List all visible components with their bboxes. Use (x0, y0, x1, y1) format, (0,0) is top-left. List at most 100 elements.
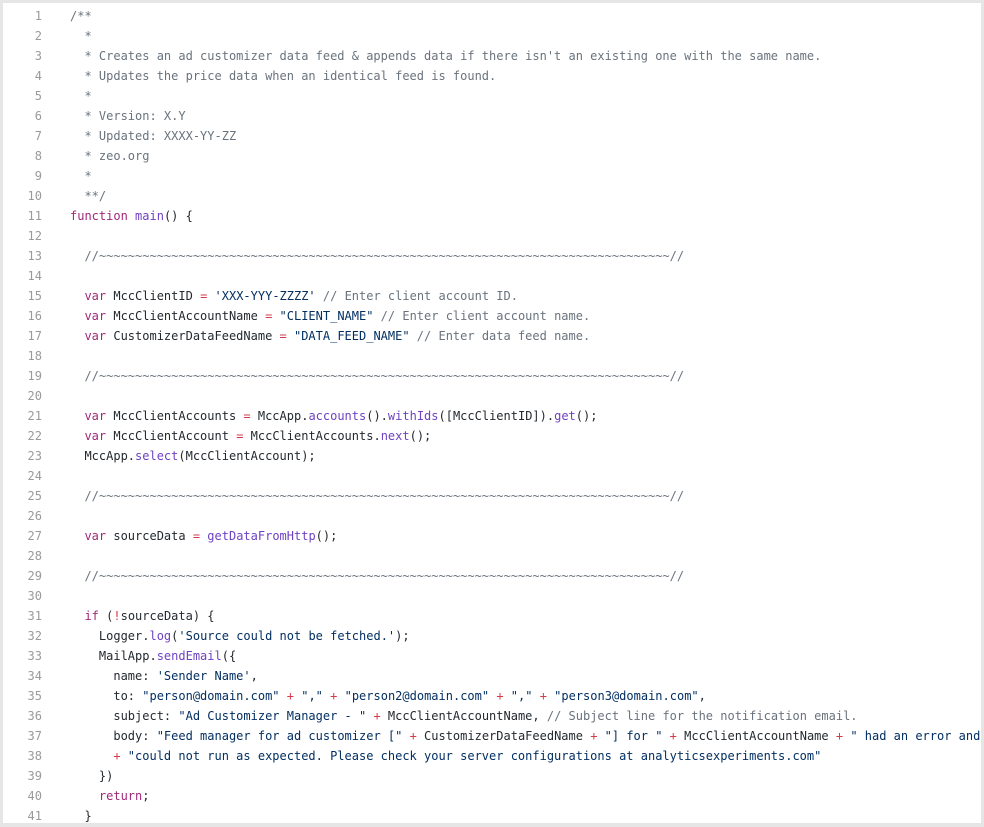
code-line: 32 Logger.log('Source could not be fetch… (3, 626, 981, 646)
line-number: 26 (27, 509, 42, 523)
code-text: + "could not run as expected. Please che… (42, 749, 981, 763)
code-token: MccClientAccounts. (250, 429, 381, 443)
code-token: MccClientID (113, 289, 201, 303)
code-token: 'XXX-YYY-ZZZZ' (214, 289, 316, 303)
code-token: var (70, 329, 114, 343)
line-number: 4 (34, 69, 42, 83)
code-token: //~~~~~~~~~~~~~~~~~~~~~~~~~~~~~~~~~~~~~~… (70, 369, 685, 383)
line-number: 19 (27, 369, 42, 383)
code-token: "Ad Customizer Manager - " (178, 709, 367, 723)
line-number: 23 (27, 449, 42, 463)
code-text: name: 'Sender Name', (42, 669, 981, 683)
code-line: 6 * Version: X.Y (3, 106, 981, 126)
code-line: 24 (3, 466, 981, 486)
line-number: 39 (27, 769, 42, 783)
code-text: MccApp.select(MccClientAccount); (42, 449, 981, 463)
line-number: 12 (27, 229, 42, 243)
code-token: var (70, 529, 114, 543)
code-text: * (42, 29, 981, 43)
line-number: 17 (27, 329, 42, 343)
code-token: select (135, 449, 179, 463)
code-line: 2 * (3, 26, 981, 46)
code-line: 34 name: 'Sender Name', (3, 666, 981, 686)
code-token: CustomizerDataFeedName (424, 729, 591, 743)
code-text: * Updates the price data when an identic… (42, 69, 981, 83)
line-number: 5 (34, 89, 42, 103)
code-line: 29 //~~~~~~~~~~~~~~~~~~~~~~~~~~~~~~~~~~~… (3, 566, 981, 586)
code-token: sourceData (113, 529, 193, 543)
code-token: log (149, 629, 172, 643)
code-token: "CLIENT_NAME" (279, 309, 374, 323)
code-line: 14 (3, 266, 981, 286)
code-line: 19 //~~~~~~~~~~~~~~~~~~~~~~~~~~~~~~~~~~~… (3, 366, 981, 386)
line-number: 20 (27, 389, 42, 403)
code-token: + (322, 689, 345, 703)
code-token: , (250, 669, 258, 683)
code-token: "person3@domain.com" (554, 689, 699, 703)
code-token: * (70, 29, 92, 43)
code-line: 39 }) (3, 766, 981, 786)
code-token: * Updated: XXXX-YY-ZZ (70, 129, 237, 143)
code-token: MccClientAccountName (684, 729, 836, 743)
code-token: sendEmail (156, 649, 222, 663)
code-token: "] for " (604, 729, 663, 743)
code-token: ({ (221, 649, 237, 663)
code-line: 33 MailApp.sendEmail({ (3, 646, 981, 666)
code-token: + (366, 709, 388, 723)
code-token: if (70, 609, 107, 623)
code-token: = (243, 409, 258, 423)
code-text: //~~~~~~~~~~~~~~~~~~~~~~~~~~~~~~~~~~~~~~… (42, 489, 981, 503)
line-number: 36 (27, 709, 42, 723)
code-text: /** (42, 9, 981, 23)
line-number: 27 (27, 529, 42, 543)
line-number: 28 (27, 549, 42, 563)
line-number: 40 (27, 789, 42, 803)
code-line: 15 var MccClientID = 'XXX-YYY-ZZZZ' // E… (3, 286, 981, 306)
code-token: next (380, 429, 410, 443)
line-number: 6 (34, 109, 42, 123)
code-line: 16 var MccClientAccountName = "CLIENT_NA… (3, 306, 981, 326)
line-number: 15 (27, 289, 42, 303)
code-token: 'Source could not be fetched.' (178, 629, 396, 643)
code-token: "Feed manager for ad customizer [" (156, 729, 403, 743)
code-text: var MccClientAccounts = MccApp.accounts(… (42, 409, 981, 423)
code-line: 10 **/ (3, 186, 981, 206)
code-text: } (42, 809, 981, 823)
code-viewer-frame: 1/** 2 * 3 * Creates an ad customizer data… (3, 3, 981, 823)
code-token: + (402, 729, 425, 743)
code-text: * (42, 89, 981, 103)
code-line: 26 (3, 506, 981, 526)
code-line: 9 * (3, 166, 981, 186)
code-token: + (662, 729, 685, 743)
line-number: 37 (27, 729, 42, 743)
code-token: + (532, 689, 555, 703)
line-number: 30 (27, 589, 42, 603)
code-token: = (200, 289, 215, 303)
code-token: * (70, 89, 92, 103)
code-token: ; (142, 789, 150, 803)
code-line: 20 (3, 386, 981, 406)
code-token: }) (70, 769, 114, 783)
code-token: 'Sender Name' (156, 669, 251, 683)
code-text: to: "person@domain.com" + "," + "person2… (42, 689, 981, 703)
code-token: function (70, 209, 136, 223)
code-token: MccClientAccountName, (387, 709, 547, 723)
line-number: 32 (27, 629, 42, 643)
code-token: MccApp. (70, 449, 136, 463)
code-line: 37 body: "Feed manager for ad customizer… (3, 726, 981, 746)
code-token: , (698, 689, 706, 703)
code-token: var (70, 409, 114, 423)
line-number: 10 (27, 189, 42, 203)
code-line: 11 function main() { (3, 206, 981, 226)
code-token: = (236, 429, 251, 443)
code-token: " had an error and " (850, 729, 981, 743)
code-token: /** (70, 9, 92, 23)
line-number: 24 (27, 469, 42, 483)
line-number: 18 (27, 349, 42, 363)
code-line: 25 //~~~~~~~~~~~~~~~~~~~~~~~~~~~~~~~~~~~… (3, 486, 981, 506)
code-token: "person2@domain.com" (344, 689, 490, 703)
code-token: to: (70, 689, 143, 703)
line-number: 21 (27, 409, 42, 423)
code-token: ([MccClientID]). (438, 409, 555, 423)
code-token: + (835, 729, 851, 743)
